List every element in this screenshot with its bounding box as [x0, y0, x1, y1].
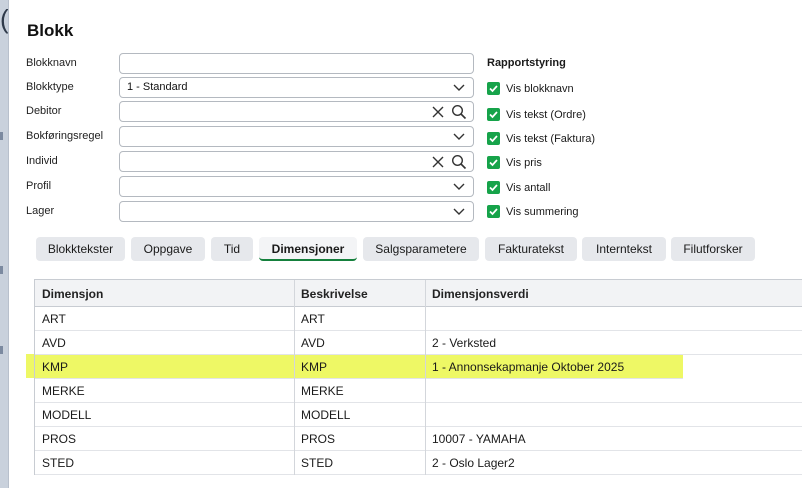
- tab-salgsparametere[interactable]: Salgsparametere: [363, 237, 479, 261]
- chevron-down-icon[interactable]: [453, 207, 465, 217]
- cell-dimensjon: AVD: [42, 336, 66, 350]
- form-row-individ: Individ: [26, 151, 476, 173]
- close-icon[interactable]: [431, 155, 445, 169]
- individ-lookup[interactable]: [119, 151, 474, 172]
- select-value: 1 - Standard: [127, 81, 188, 93]
- checkbox-checked[interactable]: [487, 108, 500, 121]
- cell-dimensjonsverdi[interactable]: 2 - Verksted: [432, 336, 496, 350]
- checkbox-checked[interactable]: [487, 82, 500, 95]
- dimensjoner-grid: Dimensjon Beskrivelse Dimensjonsverdi AR…: [34, 279, 802, 475]
- cell-beskrivelse: STED: [301, 456, 334, 470]
- blokktype-select[interactable]: 1 - Standard: [119, 77, 474, 98]
- cell-beskrivelse: AVD: [301, 336, 325, 350]
- tab-oppgave[interactable]: Oppgave: [131, 237, 205, 261]
- tab-filutforsker[interactable]: Filutforsker: [671, 237, 755, 261]
- table-row[interactable]: MERKE MERKE: [35, 379, 802, 403]
- field-label: Blokktype: [26, 81, 74, 93]
- form-row-lager: Lager: [26, 201, 476, 223]
- cell-beskrivelse: ART: [301, 312, 325, 326]
- blokk-dialog: Blokk Blokknavn Blokktype 1 - Standard D…: [8, 0, 802, 488]
- rapportstyring-heading: Rapportstyring: [487, 57, 566, 69]
- field-label: Blokknavn: [26, 57, 77, 69]
- checkbox-checked[interactable]: [487, 205, 500, 218]
- checkbox-checked[interactable]: [487, 156, 500, 169]
- checkbox-checked[interactable]: [487, 181, 500, 194]
- tab-fakturatekst[interactable]: Fakturatekst: [485, 237, 577, 261]
- field-label: Individ: [26, 155, 58, 167]
- chevron-down-icon[interactable]: [453, 182, 465, 192]
- tab-dimensjoner[interactable]: Dimensjoner: [259, 237, 357, 261]
- checkbox-checked[interactable]: [487, 132, 500, 145]
- form-row-profil: Profil: [26, 176, 476, 198]
- cell-dimensjonsverdi[interactable]: 2 - Oslo Lager2: [432, 456, 515, 470]
- form-row-bokforingsregel: Bokføringsregel: [26, 126, 476, 148]
- chevron-down-icon[interactable]: [453, 132, 465, 142]
- checkbox-label: Vis antall: [506, 182, 551, 194]
- background-mark: [0, 266, 3, 274]
- column-header-dimensjon[interactable]: Dimensjon: [42, 287, 103, 301]
- field-label: Debitor: [26, 105, 62, 117]
- table-row[interactable]: PROS PROS 10007 - YAMAHA: [35, 427, 802, 451]
- dialog-title: Blokk: [27, 21, 74, 40]
- tab-blokktekster[interactable]: Blokktekster: [36, 237, 125, 261]
- cell-beskrivelse: MERKE: [301, 384, 344, 398]
- check-icon: [489, 85, 498, 93]
- check-icon: [489, 159, 498, 167]
- cell-dimensjon: STED: [42, 456, 75, 470]
- debitor-lookup[interactable]: [119, 101, 474, 122]
- table-row[interactable]: ART ART: [35, 307, 802, 331]
- cell-beskrivelse: KMP: [301, 360, 328, 374]
- close-icon[interactable]: [431, 105, 445, 119]
- field-label: Bokføringsregel: [26, 130, 104, 142]
- cell-dimensjon: ART: [42, 312, 66, 326]
- checkbox-label: Vis blokknavn: [506, 83, 574, 95]
- check-icon: [489, 208, 498, 216]
- checkbox-label: Vis tekst (Ordre): [506, 109, 586, 121]
- cell-beskrivelse: PROS: [301, 432, 336, 446]
- table-row[interactable]: MODELL MODELL: [35, 403, 802, 427]
- check-icon: [489, 184, 498, 192]
- form-row-blokktype: Blokktype 1 - Standard: [26, 77, 476, 99]
- blokknavn-input[interactable]: [119, 53, 474, 74]
- background-mark: [0, 132, 3, 140]
- profil-select[interactable]: [119, 176, 474, 197]
- column-header-dimensjonsverdi[interactable]: Dimensjonsverdi: [432, 287, 529, 301]
- column-header-beskrivelse[interactable]: Beskrivelse: [301, 287, 368, 301]
- cell-dimensjonsverdi[interactable]: 10007 - YAMAHA: [432, 432, 526, 446]
- chevron-down-icon[interactable]: [453, 83, 465, 93]
- check-icon: [489, 135, 498, 143]
- form-row-blokknavn: Blokknavn: [26, 53, 476, 75]
- tab-interntekst[interactable]: Interntekst: [582, 237, 666, 261]
- cell-dimensjonsverdi[interactable]: 1 - Annonsekapmanje Oktober 2025: [432, 360, 624, 374]
- cell-dimensjon: KMP: [42, 360, 69, 374]
- cell-beskrivelse: MODELL: [301, 408, 351, 422]
- search-icon[interactable]: [451, 154, 467, 170]
- checkbox-label: Vis pris: [506, 157, 542, 169]
- check-icon: [489, 111, 498, 119]
- field-label: Profil: [26, 180, 52, 192]
- lager-select[interactable]: [119, 201, 474, 222]
- search-icon[interactable]: [451, 104, 467, 120]
- cell-dimensjon: PROS: [42, 432, 77, 446]
- checkbox-label: Vis summering: [506, 206, 579, 218]
- cell-dimensjon: MODELL: [42, 408, 92, 422]
- field-label: Lager: [26, 205, 55, 217]
- table-row[interactable]: STED STED 2 - Oslo Lager2: [35, 451, 802, 475]
- form-row-debitor: Debitor: [26, 101, 476, 123]
- column-divider[interactable]: [294, 280, 295, 475]
- table-row[interactable]: AVD AVD 2 - Verksted: [35, 331, 802, 355]
- checkbox-label: Vis tekst (Faktura): [506, 133, 596, 145]
- bokforingsregel-select[interactable]: [119, 126, 474, 147]
- column-divider[interactable]: [425, 280, 426, 475]
- background-mark: [0, 346, 3, 354]
- tab-tid[interactable]: Tid: [211, 237, 253, 261]
- grid-header: Dimensjon Beskrivelse Dimensjonsverdi: [35, 280, 802, 307]
- cell-dimensjon: MERKE: [42, 384, 85, 398]
- table-row-highlighted[interactable]: KMP KMP 1 - Annonsekapmanje Oktober 2025: [35, 355, 683, 379]
